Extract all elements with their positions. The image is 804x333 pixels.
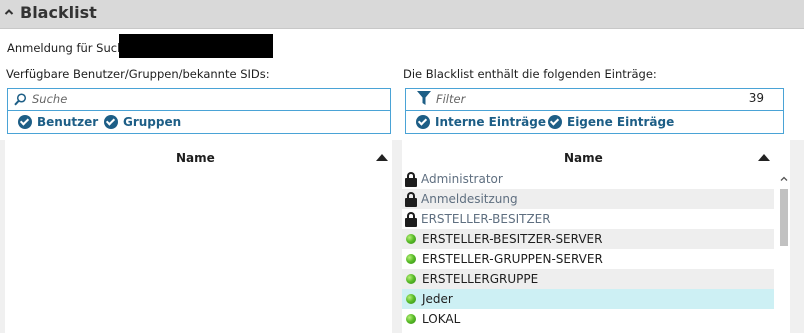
panel-gutter [392,140,402,333]
filter-separator [8,110,390,111]
list-item-label: Administrator [421,172,503,186]
section-title: Blacklist [20,3,97,22]
column-header-label: Name [176,151,215,165]
groups-toggle[interactable]: Gruppen [104,114,181,130]
vertical-scrollbar[interactable] [778,170,790,333]
list-item[interactable]: ERSTELLER-BESITZER-SERVER [402,229,774,249]
left-name-column-header[interactable]: Name [5,146,392,170]
list-item-label: Anmeldesitzung [421,192,518,206]
lock-icon [405,191,417,207]
login-search-value-redacted[interactable] [119,34,273,58]
list-item-label: ERSTELLER-GRUPPEN-SERVER [422,252,603,266]
internal-entries-toggle[interactable]: Interne Einträge [416,114,546,130]
internal-entries-label: Interne Einträge [435,115,546,129]
users-toggle-label: Benutzer [37,115,99,129]
login-search-label: Anmeldung für Suche [7,41,132,55]
available-users-filter-box: Benutzer Gruppen [7,88,391,134]
own-entries-label: Eigene Einträge [567,115,675,129]
green-dot-icon [406,274,416,284]
list-item-selected[interactable]: Jeder [402,289,774,309]
sort-ascending-icon[interactable] [376,154,388,161]
right-name-column-header[interactable]: Name [402,146,790,170]
scroll-up-arrow-icon[interactable] [779,174,789,184]
check-circle-icon [416,115,430,129]
list-item[interactable]: LOKAL [402,309,774,329]
sort-ascending-icon[interactable] [758,154,770,161]
list-item-label: LOKAL [422,312,461,326]
filter-separator [406,110,783,111]
blacklist-filter-box: 39 Interne Einträge Eigene Einträge [405,88,784,134]
scrollbar-thumb[interactable] [780,189,788,246]
check-circle-icon [18,115,32,129]
panel-gutter [790,140,804,333]
green-dot-icon [406,234,416,244]
list-item[interactable]: Anmeldesitzung [402,189,774,209]
lock-icon [405,171,417,187]
list-item[interactable]: ERSTELLER-GRUPPEN-SERVER [402,249,774,269]
lock-icon [405,211,417,227]
search-input[interactable] [32,91,372,107]
list-item[interactable]: ERSTELLERGRUPPE [402,269,774,289]
list-item-label: ERSTELLER-BESITZER-SERVER [422,232,603,246]
check-circle-icon [104,115,118,129]
green-dot-icon [406,314,416,324]
search-icon [14,93,27,106]
blacklist-section-header[interactable]: Blacklist [0,0,804,29]
list-item[interactable]: ERSTELLER-BESITZER [402,209,774,229]
available-users-label: Verfügbare Benutzer/Gruppen/bekannte SID… [6,67,270,81]
funnel-icon [417,91,431,105]
chevron-up-icon[interactable] [4,7,14,17]
list-item-label: Jeder [422,292,453,306]
users-toggle[interactable]: Benutzer [18,114,98,130]
column-header-label: Name [564,151,603,165]
check-circle-icon [548,115,562,129]
list-item[interactable]: Administrator [402,169,774,189]
entry-count: 39 [748,91,764,105]
own-entries-toggle[interactable]: Eigene Einträge [548,114,674,130]
list-item-label: ERSTELLER-BESITZER [421,212,551,226]
groups-toggle-label: Gruppen [123,115,182,129]
list-item-label: ERSTELLERGRUPPE [422,272,539,286]
green-dot-icon [406,254,416,264]
green-dot-icon [406,294,416,304]
blacklist-entries-label: Die Blacklist enthält die folgenden Eint… [403,67,657,81]
filter-input[interactable] [436,91,726,107]
